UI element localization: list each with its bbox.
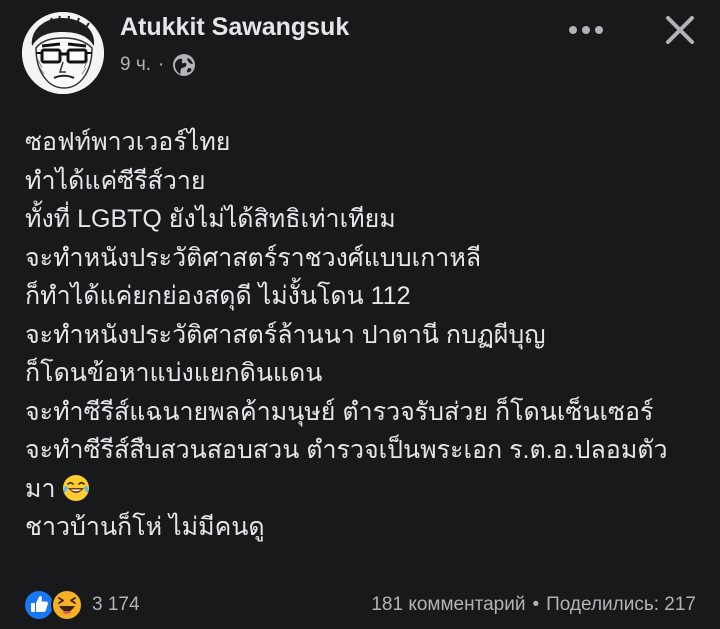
more-options-button[interactable] bbox=[566, 18, 606, 42]
post-line: ชาวบ้านก็โห่ ไม่มีคนดู bbox=[25, 513, 265, 541]
post-line: ก็โดนข้อหาแบ่งแยกดินแดน bbox=[25, 359, 323, 387]
meta-separator: · bbox=[158, 54, 165, 75]
haha-icon bbox=[51, 589, 83, 621]
post-header: Atukkit Sawangsuk 9 ч. · bbox=[0, 0, 720, 100]
engagement-stats: 181 комментарий • Поделились: 217 bbox=[371, 594, 696, 616]
post-line: ซอฟท์พาวเวอร์ไทย bbox=[25, 128, 231, 156]
globe-icon bbox=[173, 54, 196, 76]
post-text: ซอฟท์พาวเวอร์ไทย ทำได้แค่ซีรีส์วาย ทั้งท… bbox=[25, 123, 705, 547]
post-line: ทำได้แค่ซีรีส์วาย bbox=[25, 166, 206, 195]
author-name[interactable]: Atukkit Sawangsuk bbox=[120, 13, 349, 42]
avatar-sketch bbox=[22, 12, 104, 94]
more-dots-icon bbox=[569, 26, 603, 34]
post-line: จะทำหนังประวัติศาสตร์ราชวงศ์แบบเกาหลี bbox=[25, 243, 482, 272]
comments-count-link[interactable]: 181 комментарий bbox=[371, 594, 525, 616]
post-line-text: มา bbox=[25, 474, 56, 503]
close-button[interactable] bbox=[660, 10, 700, 50]
shares-count-link[interactable]: Поделились: 217 bbox=[546, 594, 696, 616]
post-footer: 3 174 181 комментарий • Поделились: 217 bbox=[0, 588, 720, 624]
stats-separator: • bbox=[532, 594, 540, 615]
post-line-with-emoji: มา bbox=[25, 470, 705, 509]
post-line: ก็ทำได้แค่ยกย่องสดุดี ไม่งั้นโดน 112 bbox=[25, 282, 411, 310]
post-meta: 9 ч. · bbox=[120, 53, 196, 77]
post-line: ทั้งที่ LGBTQ ยังไม่ได้สิทธิเท่าเทียม bbox=[25, 205, 396, 233]
post-timestamp[interactable]: 9 ч. bbox=[120, 54, 151, 76]
post-line: จะทำซีรีส์สืบสวนสอบสวน ตำรวจเป็นพระเอก ร… bbox=[25, 436, 668, 464]
reaction-count: 3 174 bbox=[92, 594, 140, 615]
post-line: จะทำหนังประวัติศาสตร์ล้านนา ปาตานี กบฏผี… bbox=[25, 320, 546, 349]
joy-emoji-icon bbox=[62, 474, 89, 501]
reactions-summary[interactable]: 3 174 bbox=[23, 589, 140, 621]
author-avatar[interactable] bbox=[22, 12, 104, 94]
close-icon bbox=[666, 16, 694, 44]
post-line: จะทำซีรีส์แฉนายพลค้ามนุษย์ ตำรวจรับส่วย … bbox=[25, 397, 654, 426]
